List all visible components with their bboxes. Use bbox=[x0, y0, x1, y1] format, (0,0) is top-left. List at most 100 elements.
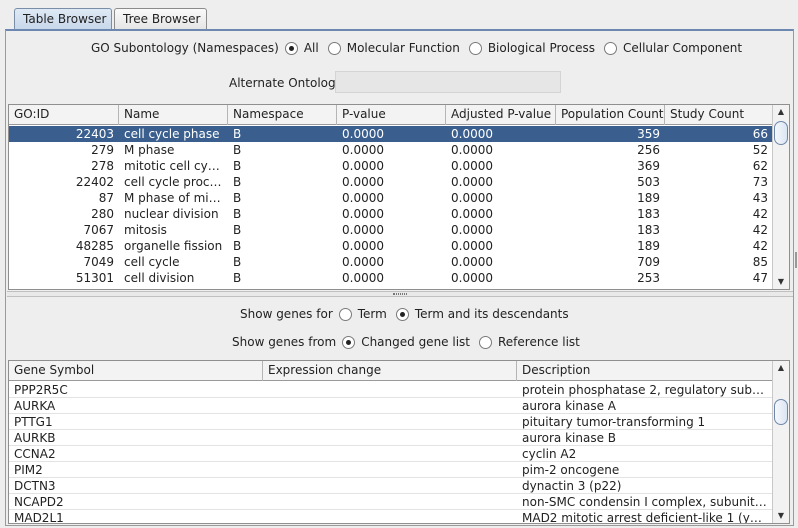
column-header-goid[interactable]: GO:ID bbox=[9, 105, 119, 125]
divider-grip-icon[interactable] bbox=[393, 293, 407, 295]
ontology-option-cellular-component[interactable]: Cellular Component bbox=[603, 41, 742, 55]
ontology-option-biological-process[interactable]: Biological Process bbox=[468, 41, 595, 55]
genes-for-option-term[interactable]: Term bbox=[338, 307, 387, 321]
table-cell: cyclin A2 bbox=[522, 447, 577, 461]
radio-icon[interactable] bbox=[327, 41, 341, 55]
gene-table-row[interactable]: MAD2L1 MAD2 mitotic arrest deficient-like… bbox=[9, 510, 773, 523]
gene-table-row[interactable]: AURKA aurora kinase A bbox=[9, 398, 773, 414]
table-cell: 359 bbox=[637, 127, 660, 141]
table-cell: 189 bbox=[637, 239, 660, 253]
go-table-row[interactable]: 279 M phase B 0.0000 0.0000 256 52 bbox=[9, 142, 773, 158]
go-table-row[interactable]: 278 mitotic cell cycle B 0.0000 0.0000 369 62 bbox=[9, 158, 773, 174]
go-table-row[interactable]: 87 M phase of mitot... B 0.0000 0.0000 189 43 bbox=[9, 190, 773, 206]
scroll-thumb[interactable] bbox=[774, 399, 788, 425]
table-cell: dynactin 3 (p22) bbox=[522, 479, 622, 493]
scroll-up-icon[interactable]: ▲ bbox=[773, 361, 789, 375]
column-header-description[interactable]: Description bbox=[517, 361, 773, 381]
gene-table-row[interactable]: CCNA2 cyclin A2 bbox=[9, 446, 773, 462]
scroll-down-icon[interactable]: ▼ bbox=[773, 275, 789, 289]
table-cell: cell cycle process bbox=[124, 175, 228, 189]
table-cell: 0.0000 bbox=[451, 207, 493, 221]
radio-icon[interactable] bbox=[284, 41, 298, 55]
table-cell: B bbox=[233, 271, 242, 285]
table-cell: 66 bbox=[752, 127, 768, 141]
table-cell: 42 bbox=[752, 207, 768, 221]
gene-table-row[interactable]: AURKB aurora kinase B bbox=[9, 430, 773, 446]
genes-for-option-descendants[interactable]: Term and its descendants bbox=[395, 307, 569, 321]
table-cell: 0.0000 bbox=[342, 191, 384, 205]
column-header-study-count[interactable]: Study Count bbox=[665, 105, 773, 125]
genes-from-option-reference[interactable]: Reference list bbox=[479, 335, 580, 349]
tab-tree-browser[interactable]: Tree Browser bbox=[114, 8, 207, 30]
scroll-up-icon[interactable]: ▲ bbox=[773, 105, 789, 119]
column-header-gene-symbol[interactable]: Gene Symbol bbox=[9, 361, 263, 381]
go-table-row[interactable]: 22403 cell cycle phase B 0.0000 0.0000 359 66 bbox=[9, 126, 773, 142]
radio-icon[interactable] bbox=[479, 335, 492, 349]
table-cell: 43 bbox=[752, 191, 768, 205]
table-cell: cell cycle bbox=[124, 255, 180, 269]
column-header-adjusted-pvalue[interactable]: Adjusted P-value bbox=[446, 105, 556, 125]
tab-table-browser[interactable]: Table Browser bbox=[14, 8, 112, 30]
column-header-expression-change[interactable]: Expression change bbox=[263, 361, 517, 381]
table-cell: cell division bbox=[124, 271, 195, 285]
genes-from-option-changed[interactable]: Changed gene list bbox=[342, 335, 470, 349]
scroll-down-icon[interactable]: ▼ bbox=[773, 509, 789, 523]
window-resize-grip-icon[interactable] bbox=[795, 252, 797, 268]
table-cell: 0.0000 bbox=[451, 191, 493, 205]
table-cell: DCTN3 bbox=[14, 479, 56, 493]
split-pane-divider[interactable] bbox=[7, 291, 793, 297]
ontology-option-molecular-function[interactable]: Molecular Function bbox=[327, 41, 460, 55]
table-cell: 22402 bbox=[75, 175, 114, 189]
go-table-row[interactable]: 22402 cell cycle process B 0.0000 0.0000 503 7… bbox=[9, 174, 773, 190]
ontology-option-all[interactable]: All bbox=[284, 41, 319, 55]
table-cell: B bbox=[233, 143, 242, 157]
table-cell: 48285 bbox=[75, 239, 114, 253]
table-cell: 0.0000 bbox=[451, 255, 493, 269]
table-cell: 87 bbox=[98, 191, 114, 205]
table-cell: B bbox=[233, 239, 242, 253]
column-header-name[interactable]: Name bbox=[119, 105, 228, 125]
go-table-row[interactable]: 7067 mitosis B 0.0000 0.0000 183 42 bbox=[9, 222, 773, 238]
radio-icon[interactable] bbox=[603, 41, 617, 55]
gene-table-header: Gene Symbol Expression change Descriptio… bbox=[9, 361, 773, 381]
gene-table-row[interactable]: PIM2 pim-2 oncogene bbox=[9, 462, 773, 478]
table-cell bbox=[263, 414, 517, 430]
column-header-pvalue[interactable]: P-value bbox=[337, 105, 446, 125]
table-cell: 0.0000 bbox=[451, 271, 493, 285]
ontology-selector: GO Subontology (Namespaces) All Molecula… bbox=[91, 41, 751, 55]
table-cell: PPP2R5C bbox=[14, 383, 68, 397]
table-cell: 47 bbox=[752, 271, 768, 285]
table-cell: organelle fission bbox=[124, 239, 223, 253]
table-cell: NCAPD2 bbox=[14, 495, 64, 509]
table-cell bbox=[263, 494, 517, 510]
table-cell: 51301 bbox=[75, 271, 114, 285]
table-cell: PTTG1 bbox=[14, 415, 53, 429]
table-cell: 0.0000 bbox=[451, 239, 493, 253]
gene-table-row[interactable]: NCAPD2 non-SMC condensin I complex, subun… bbox=[9, 494, 773, 510]
go-table-row[interactable]: 7049 cell cycle B 0.0000 0.0000 709 85 bbox=[9, 254, 773, 270]
table-cell: 0.0000 bbox=[451, 175, 493, 189]
table-cell: M phase bbox=[124, 143, 175, 157]
go-table-row[interactable]: 51301 cell division B 0.0000 0.0000 253 47 bbox=[9, 270, 773, 286]
go-table-row[interactable]: 280 nuclear division B 0.0000 0.0000 183 42 bbox=[9, 206, 773, 222]
gene-table-scrollbar[interactable]: ▲ ▼ bbox=[772, 361, 789, 523]
radio-icon[interactable] bbox=[342, 335, 356, 349]
table-cell: 7067 bbox=[83, 223, 114, 237]
table-cell: B bbox=[233, 127, 242, 141]
show-genes-from-selector: Show genes from Changed gene list Refere… bbox=[232, 335, 589, 349]
gene-table-row[interactable]: PTTG1 pituitary tumor-transforming 1 bbox=[9, 414, 773, 430]
radio-icon[interactable] bbox=[468, 41, 482, 55]
column-header-namespace[interactable]: Namespace bbox=[228, 105, 337, 125]
go-table-row[interactable]: 48285 organelle fission B 0.0000 0.0000 189 42 bbox=[9, 238, 773, 254]
radio-icon[interactable] bbox=[395, 307, 409, 321]
go-table-scrollbar[interactable]: ▲ ▼ bbox=[772, 105, 789, 289]
gene-table-row[interactable]: PPP2R5C protein phosphatase 2, regulatory… bbox=[9, 382, 773, 398]
table-cell: AURKB bbox=[14, 431, 56, 445]
alternate-ontology-field[interactable] bbox=[335, 71, 561, 93]
radio-icon[interactable] bbox=[338, 307, 352, 321]
scroll-thumb[interactable] bbox=[774, 121, 788, 145]
table-cell: 253 bbox=[637, 271, 660, 285]
column-header-population-count[interactable]: Population Count bbox=[556, 105, 665, 125]
table-cell: 0.0000 bbox=[451, 223, 493, 237]
gene-table-row[interactable]: DCTN3 dynactin 3 (p22) bbox=[9, 478, 773, 494]
